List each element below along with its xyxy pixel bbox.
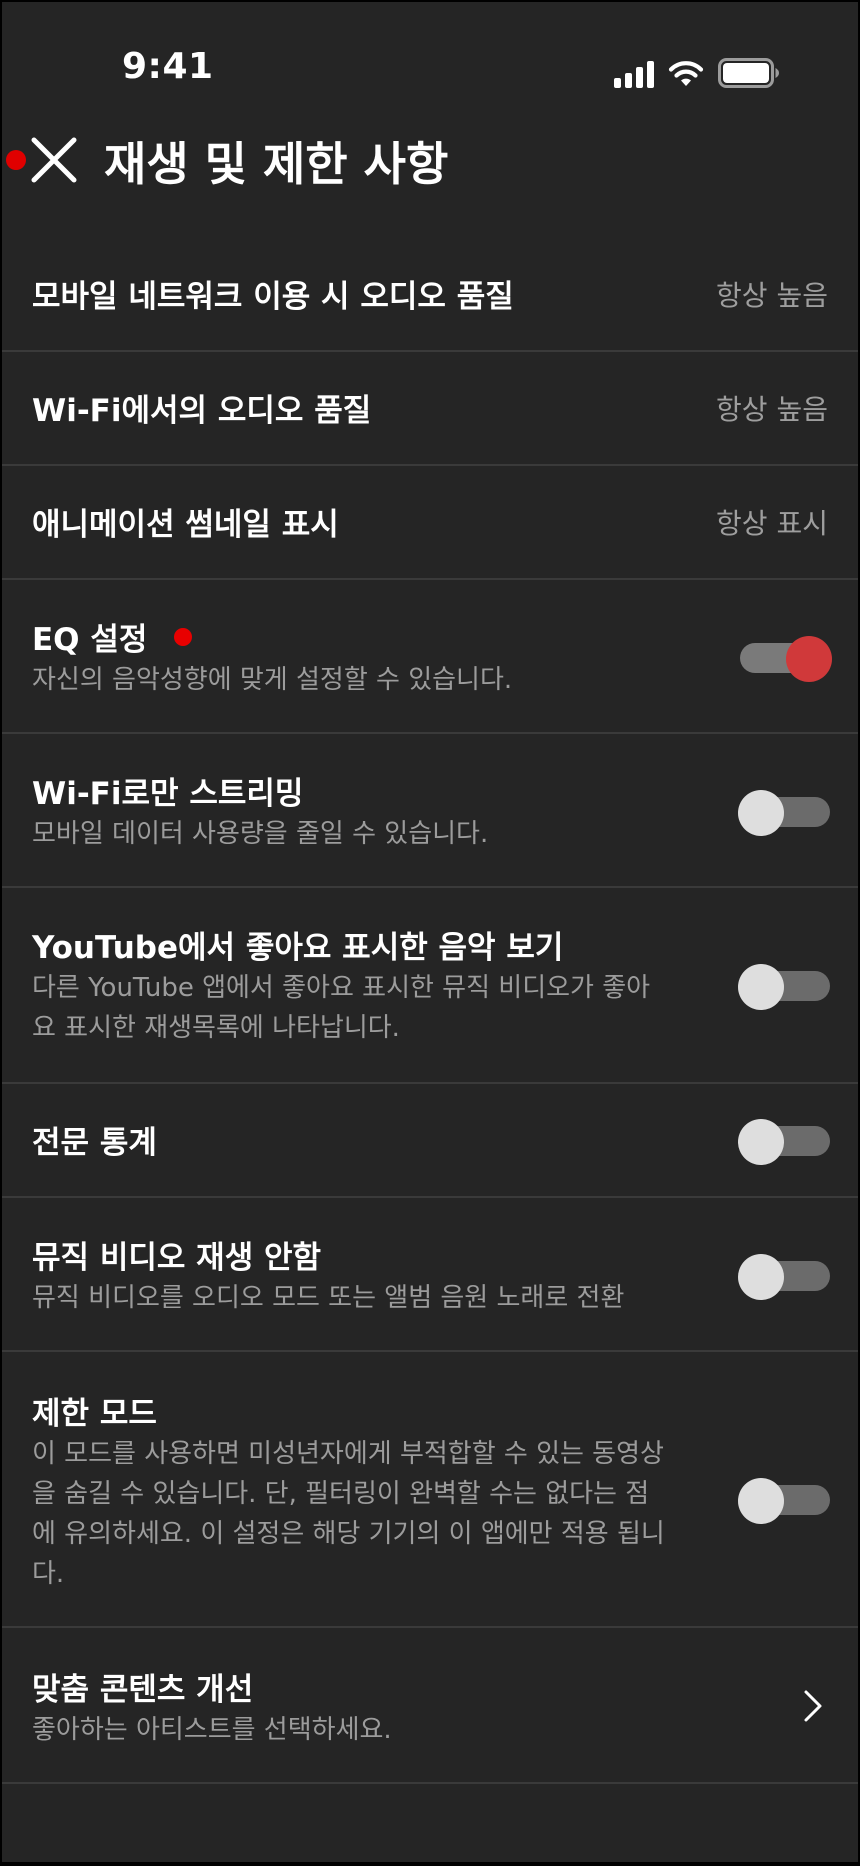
youtube-likes-toggle[interactable] — [738, 964, 830, 1010]
status-time: 9:41 — [122, 46, 214, 87]
setting-animated-thumbnails[interactable]: 애니메이션 썸네일 표시 항상 표시 — [2, 466, 858, 580]
setting-title: EQ 설정 — [32, 622, 148, 658]
setting-title: YouTube에서 좋아요 표시한 음악 보기 — [32, 930, 564, 966]
status-icons — [614, 58, 780, 88]
indicator-dot — [6, 150, 26, 170]
status-bar: 9:41 — [2, 2, 858, 132]
setting-description: 다른 YouTube 앱에서 좋아요 표시한 뮤직 비디오가 좋아요 표시한 재… — [32, 973, 651, 1043]
battery-icon — [718, 58, 780, 88]
close-icon — [31, 137, 77, 183]
setting-improve-recommendations[interactable]: 맞춤 콘텐츠 개선 좋아하는 아티스트를 선택하세요. — [2, 1628, 858, 1784]
settings-list: 모바일 네트워크 이용 시 오디오 품질 항상 높음 Wi-Fi에서의 오디오 … — [2, 240, 858, 1784]
wifi-icon — [668, 60, 704, 88]
setting-no-music-videos[interactable]: 뮤직 비디오 재생 안함 뮤직 비디오를 오디오 모드 또는 앨범 음원 노래로… — [2, 1198, 858, 1352]
setting-title: 모바일 네트워크 이용 시 오디오 품질 — [32, 279, 514, 315]
setting-stats-for-nerds[interactable]: 전문 통계 — [2, 1084, 858, 1198]
setting-mobile-audio-quality[interactable]: 모바일 네트워크 이용 시 오디오 품질 항상 높음 — [2, 240, 858, 352]
cellular-signal-icon — [614, 60, 654, 88]
setting-description: 이 모드를 사용하면 미성년자에게 부적합할 수 있는 동영상을 숨길 수 있습… — [32, 1439, 665, 1589]
app-header: 재생 및 제한 사항 — [2, 120, 858, 200]
setting-description: 모바일 데이터 사용량을 줄일 수 있습니다. — [32, 819, 489, 849]
new-indicator-dot — [174, 628, 192, 646]
setting-description: 좋아하는 아티스트를 선택하세요. — [32, 1715, 392, 1745]
setting-value: 항상 높음 — [716, 279, 828, 312]
page-title: 재생 및 제한 사항 — [104, 137, 449, 191]
setting-restricted-mode[interactable]: 제한 모드 이 모드를 사용하면 미성년자에게 부적합할 수 있는 동영상을 숨… — [2, 1352, 858, 1628]
setting-wifi-audio-quality[interactable]: Wi-Fi에서의 오디오 품질 항상 높음 — [2, 352, 858, 466]
setting-eq[interactable]: EQ 설정 자신의 음악성향에 맞게 설정할 수 있습니다. — [2, 580, 858, 734]
close-button[interactable] — [30, 136, 78, 184]
restricted-mode-toggle[interactable] — [738, 1478, 830, 1524]
settings-screen: 9:41 재생 및 제한 사항 모바일 네트워크 이용 시 오디오 품질 항상 … — [2, 2, 858, 1862]
setting-value: 항상 표시 — [716, 507, 828, 540]
chevron-right-icon — [804, 1690, 822, 1722]
setting-title: Wi-Fi에서의 오디오 품질 — [32, 393, 372, 429]
setting-description: 자신의 음악성향에 맞게 설정할 수 있습니다. — [32, 665, 513, 695]
setting-value: 항상 높음 — [716, 393, 828, 426]
setting-youtube-liked-music[interactable]: YouTube에서 좋아요 표시한 음악 보기 다른 YouTube 앱에서 좋… — [2, 888, 858, 1084]
setting-title: 애니메이션 썸네일 표시 — [32, 507, 339, 543]
setting-description: 뮤직 비디오를 오디오 모드 또는 앨범 음원 노래로 전환 — [32, 1283, 625, 1313]
setting-wifi-only-streaming[interactable]: Wi-Fi로만 스트리밍 모바일 데이터 사용량을 줄일 수 있습니다. — [2, 734, 858, 888]
wifi-only-toggle[interactable] — [738, 790, 830, 836]
stats-toggle[interactable] — [738, 1119, 830, 1165]
setting-title: Wi-Fi로만 스트리밍 — [32, 776, 304, 812]
setting-title: 전문 통계 — [32, 1125, 157, 1161]
no-music-videos-toggle[interactable] — [738, 1254, 830, 1300]
setting-title: 제한 모드 — [32, 1396, 157, 1432]
setting-title: 맞춤 콘텐츠 개선 — [32, 1672, 254, 1708]
eq-toggle[interactable] — [740, 636, 832, 682]
setting-title: 뮤직 비디오 재생 안함 — [32, 1240, 322, 1276]
